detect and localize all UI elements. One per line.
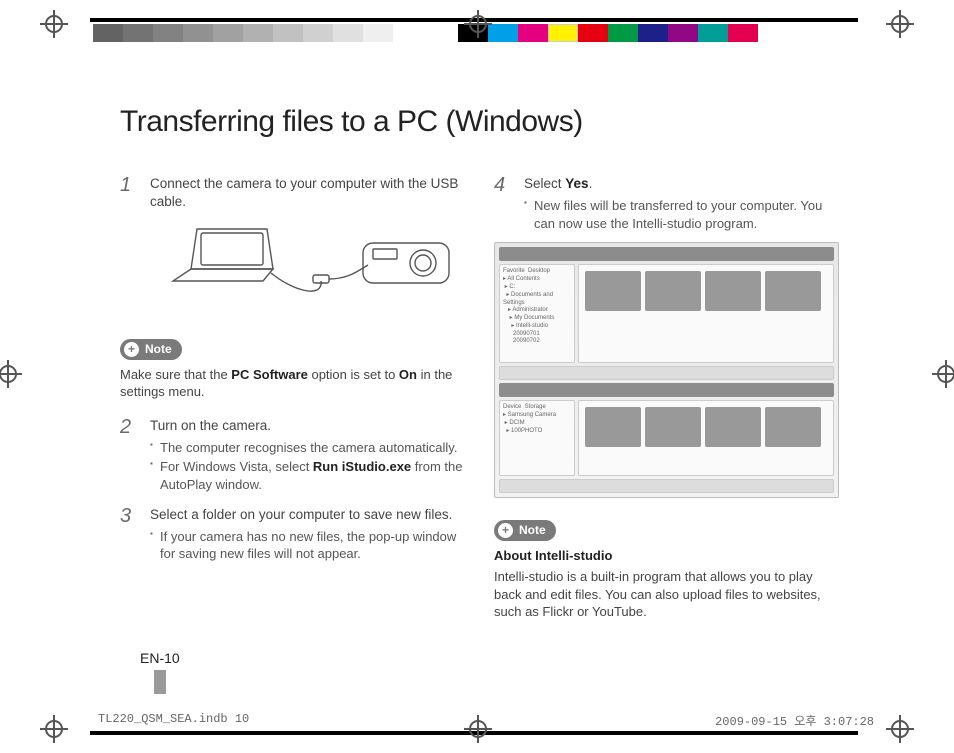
registration-mark-icon [932,360,954,388]
note-label: Note [519,522,546,538]
registration-mark-icon [886,10,914,38]
right-column: 4 Select Yes. New files will be transfer… [494,175,840,637]
step-subtext: For Windows Vista, select Run iStudio.ex… [150,458,466,493]
step-text: Turn on the camera. [150,417,466,435]
registration-mark-icon [886,715,914,743]
plus-icon: + [124,342,139,357]
note-badge: + Note [494,520,556,540]
note-label: Note [145,341,172,357]
intelli-studio-screenshot: Favorite Desktop▸ All Contents ▸ C: ▸ Do… [494,242,839,498]
step-text: Select a folder on your computer to save… [150,506,466,524]
footer-filename: TL220_QSM_SEA.indb 10 [98,712,249,729]
note-heading: About Intelli-studio [494,547,840,565]
footer-timestamp: 2009-09-15 오후 3:07:28 [715,712,874,729]
laptop-camera-diagram [153,221,463,313]
registration-mark-icon [40,715,68,743]
plus-icon: + [498,523,513,538]
note-text: Make sure that the PC Software option is… [120,366,466,401]
step-subtext: If your camera has no new files, the pop… [150,528,466,563]
note-body: Intelli-studio is a built-in program tha… [494,568,840,621]
step-number: 3 [120,506,138,565]
print-footer: TL220_QSM_SEA.indb 10 2009-09-15 오후 3:07… [98,712,874,729]
page-title: Transferring files to a PC (Windows) [120,105,840,139]
registration-mark-icon [0,360,22,388]
step-text: Select Yes. [524,175,840,193]
registration-mark-icon [464,10,492,38]
left-column: 1 Connect the camera to your computer wi… [120,175,466,637]
note-badge: + Note [120,339,182,359]
step-text: Connect the camera to your computer with… [150,175,466,211]
step-subtext: The computer recognises the camera autom… [150,439,466,457]
step-number: 2 [120,417,138,496]
step-number: 4 [494,175,512,234]
step-subtext: New files will be transferred to your co… [524,197,840,232]
page-number: EN-10 [140,650,180,694]
registration-mark-icon [40,10,68,38]
step-number: 1 [120,175,138,319]
